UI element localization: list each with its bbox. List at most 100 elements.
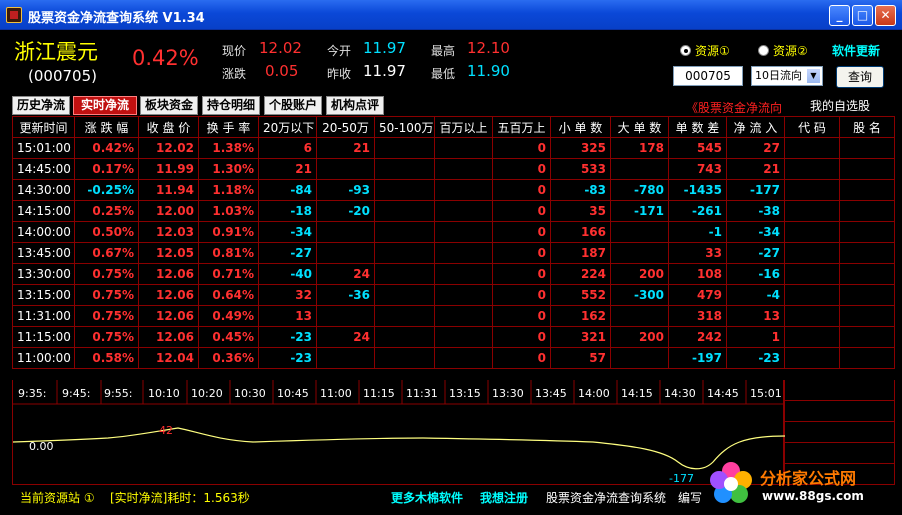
tab-institution-review[interactable]: 机构点评 (326, 96, 384, 115)
watchlist-row[interactable] (784, 137, 895, 159)
table-cell: -18 (258, 200, 317, 222)
table-row[interactable]: 14:30:00 -0.25% 11.94 1.18% -84 -93 0 -83 -780 -1… (12, 179, 785, 201)
more-software-link[interactable]: 更多木棉软件 (391, 489, 463, 506)
table-row[interactable]: 14:45:00 0.17% 11.99 1.30% 21 0 533 743 21 (12, 158, 785, 180)
table-cell: 13 (258, 305, 317, 327)
watchlist-row[interactable] (784, 347, 895, 369)
table-row[interactable]: 11:00:00 0.58% 12.04 0.36% -23 0 57 -197 -23 (12, 347, 785, 369)
tab-history-flow[interactable]: 历史净流 (12, 96, 70, 115)
table-cell (316, 221, 375, 243)
table-cell: 21 (258, 158, 317, 180)
table-cell: 0 (492, 137, 551, 159)
chart-time-tick: 13:45 (535, 387, 567, 400)
change-value: 0.05 (265, 62, 299, 80)
table-cell (374, 284, 435, 306)
table-col-header[interactable]: 20万以下 (258, 116, 317, 138)
maximize-button[interactable]: □ (852, 5, 873, 26)
table-row[interactable]: 14:00:00 0.50% 12.03 0.91% -34 0 166 -1 -34 (12, 221, 785, 243)
table-cell (610, 347, 669, 369)
table-col-header[interactable]: 百万以上 (434, 116, 493, 138)
table-cell: 0 (492, 242, 551, 264)
chart-time-tick: 13:30 (492, 387, 524, 400)
watchlist-row[interactable] (784, 200, 895, 222)
table-col-header[interactable]: 五百万上 (492, 116, 551, 138)
tab-holdings[interactable]: 持仓明细 (202, 96, 260, 115)
watchlist-row[interactable] (784, 158, 895, 180)
minimize-button[interactable]: _ (829, 5, 850, 26)
watchlist-col-name[interactable]: 股 名 (839, 116, 895, 138)
table-cell: 0 (492, 200, 551, 222)
mode-select[interactable]: 10日流向 ▼ (751, 66, 823, 86)
table-cell: 12.06 (138, 305, 199, 327)
row-time: 14:45:00 (12, 158, 75, 180)
table-col-header[interactable]: 小 单 数 (550, 116, 611, 138)
watchlist-row[interactable] (784, 242, 895, 264)
table-row[interactable]: 15:01:00 0.42% 12.02 1.38% 6 21 0 325 178 545 27 (12, 137, 785, 159)
table-row[interactable]: 13:45:00 0.67% 12.05 0.81% -27 0 187 33 -27 (12, 242, 785, 264)
table-cell: 24 (316, 326, 375, 348)
table-col-header[interactable]: 大 单 数 (610, 116, 669, 138)
watchlist-row[interactable] (784, 221, 895, 243)
watchlist-row[interactable] (784, 263, 895, 285)
table-cell: 12.03 (138, 221, 199, 243)
watchlist-row[interactable] (784, 179, 895, 201)
table-cell: 479 (668, 284, 727, 306)
table-row[interactable]: 13:15:00 0.75% 12.06 0.64% 32 -36 0 552 -300 479-… (12, 284, 785, 306)
watchlist-col-code[interactable]: 代 码 (784, 116, 840, 138)
watermark-url: www.88gs.com (762, 489, 864, 503)
stock-code: (000705) (28, 67, 97, 85)
table-col-header[interactable]: 更新时间 (12, 116, 75, 138)
close-button[interactable]: ✕ (875, 5, 896, 26)
high-value: 12.10 (467, 39, 510, 57)
table-cell (434, 179, 493, 201)
table-col-header[interactable]: 换 手 率 (198, 116, 259, 138)
table-col-header[interactable]: 收 盘 价 (138, 116, 199, 138)
watchlist-row[interactable] (784, 326, 895, 348)
query-button[interactable]: 查询 (836, 66, 884, 88)
table-col-header[interactable]: 20-50万 (316, 116, 375, 138)
table-cell (434, 221, 493, 243)
table-row[interactable]: 14:15:00 0.25% 12.00 1.03% -18 -20 0 35 -171 -261… (12, 200, 785, 222)
watchlist-row[interactable] (784, 305, 895, 327)
source-radio-2[interactable]: 资源② (758, 42, 808, 59)
table-col-header[interactable]: 涨 跌 幅 (74, 116, 139, 138)
table-cell: 32 (258, 284, 317, 306)
table-cell (374, 179, 435, 201)
chevron-down-icon[interactable]: ▼ (806, 68, 821, 84)
table-cell: -40 (258, 263, 317, 285)
table-cell (434, 158, 493, 180)
chart-time-tick: 10:10 (148, 387, 180, 400)
watchlist-row[interactable] (784, 284, 895, 306)
table-row[interactable]: 13:30:00 0.75% 12.06 0.71% -40 24 0 224 200 108 -1… (12, 263, 785, 285)
table-col-header[interactable]: 净 流 入 (726, 116, 785, 138)
chart-time-tick: 9:55: (104, 387, 133, 400)
low-label: 最低 (431, 67, 456, 81)
row-time: 14:15:00 (12, 200, 75, 222)
source-radio-1[interactable]: 资源① (680, 42, 730, 59)
table-cell: 0.75% (74, 326, 139, 348)
table-cell: 11.94 (138, 179, 199, 201)
tab-realtime-flow[interactable]: 实时净流 (73, 96, 137, 115)
table-cell (316, 242, 375, 264)
table-col-header[interactable]: 单 数 差 (668, 116, 727, 138)
chart-time-tick: 14:45 (707, 387, 739, 400)
table-cell: 0.45% (198, 326, 259, 348)
table-col-header[interactable]: 50-100万 (374, 116, 435, 138)
table-cell (434, 242, 493, 264)
source-radio-2-label: 资源② (773, 44, 808, 58)
open-value: 11.97 (363, 39, 406, 57)
table-cell: 12.06 (138, 284, 199, 306)
table-cell (374, 242, 435, 264)
software-update-link[interactable]: 软件更新 (832, 42, 880, 59)
high-label: 最高 (431, 44, 456, 58)
radio-unchecked-icon (758, 45, 769, 56)
table-row[interactable]: 11:15:00 0.75% 12.06 0.45% -23 24 0 321 200 242 1 (12, 326, 785, 348)
tab-stock-accounts[interactable]: 个股账户 (264, 96, 322, 115)
table-row[interactable]: 11:31:00 0.75% 12.06 0.49% 13 0 162 318 13 (12, 305, 785, 327)
table-cell: 0 (492, 326, 551, 348)
register-link[interactable]: 我想注册 (480, 489, 528, 506)
tab-sector-funds[interactable]: 板块资金 (140, 96, 198, 115)
stock-code-input[interactable]: 000705 (673, 66, 743, 86)
stock-name: 浙江震元 (14, 40, 98, 64)
flow-direction-link[interactable]: 《股票资金净流向 (686, 99, 782, 116)
